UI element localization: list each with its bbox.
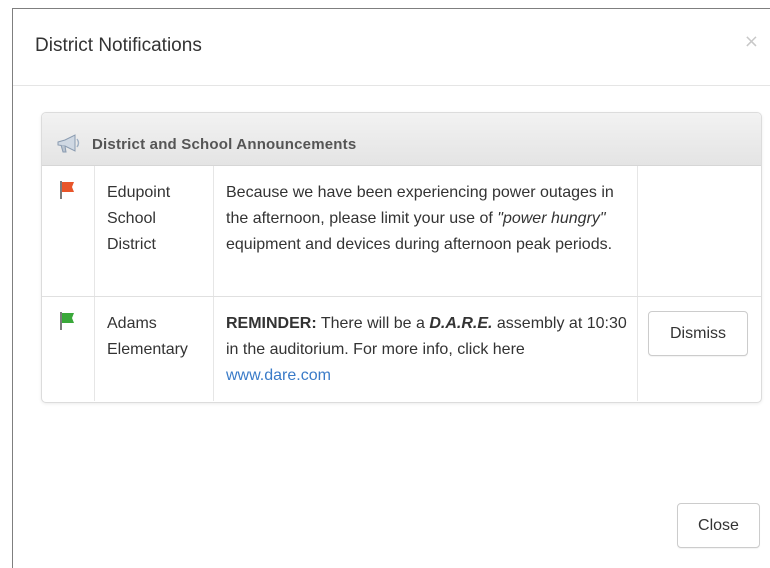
announcement-source: Edupoint School District — [107, 184, 171, 253]
district-notifications-modal: District Notifications × District and Sc… — [12, 8, 770, 568]
announcement-source: Adams Elementary — [107, 315, 188, 358]
announcements-panel: District and School Announcements Edupoi… — [41, 112, 762, 403]
message-text: equipment and devices during afternoon p… — [226, 236, 613, 253]
action-cell: Dismiss — [638, 297, 761, 401]
modal-title: District Notifications — [35, 35, 202, 56]
message-emphasis: D.A.R.E. — [429, 315, 493, 332]
announcement-row: Adams Elementary REMINDER: There will be… — [42, 297, 761, 401]
announcement-message: REMINDER: There will be a D.A.R.E. assem… — [226, 311, 631, 389]
close-icon[interactable]: × — [744, 31, 759, 52]
announcement-row: Edupoint School District Because we have… — [42, 166, 761, 297]
message-label: REMINDER: — [226, 315, 317, 332]
message-cell: REMINDER: There will be a D.A.R.E. assem… — [214, 297, 638, 401]
flag-icon — [60, 181, 74, 199]
source-cell: Edupoint School District — [95, 166, 214, 296]
message-cell: Because we have been experiencing power … — [214, 166, 638, 296]
flag-icon — [60, 312, 74, 330]
dismiss-button[interactable]: Dismiss — [648, 311, 748, 356]
close-button[interactable]: Close — [677, 503, 760, 548]
panel-title: District and School Announcements — [92, 136, 357, 153]
action-cell — [638, 166, 761, 296]
dare-link[interactable]: www.dare.com — [226, 367, 331, 384]
panel-heading: District and School Announcements — [42, 113, 761, 166]
megaphone-icon — [57, 134, 80, 153]
modal-header: District Notifications × — [13, 9, 770, 86]
flag-cell — [42, 166, 95, 296]
announcement-message: Because we have been experiencing power … — [226, 180, 631, 258]
message-text: There will be a — [316, 315, 430, 332]
flag-cell — [42, 297, 95, 401]
message-emphasis: "power hungry" — [497, 210, 606, 227]
source-cell: Adams Elementary — [95, 297, 214, 401]
